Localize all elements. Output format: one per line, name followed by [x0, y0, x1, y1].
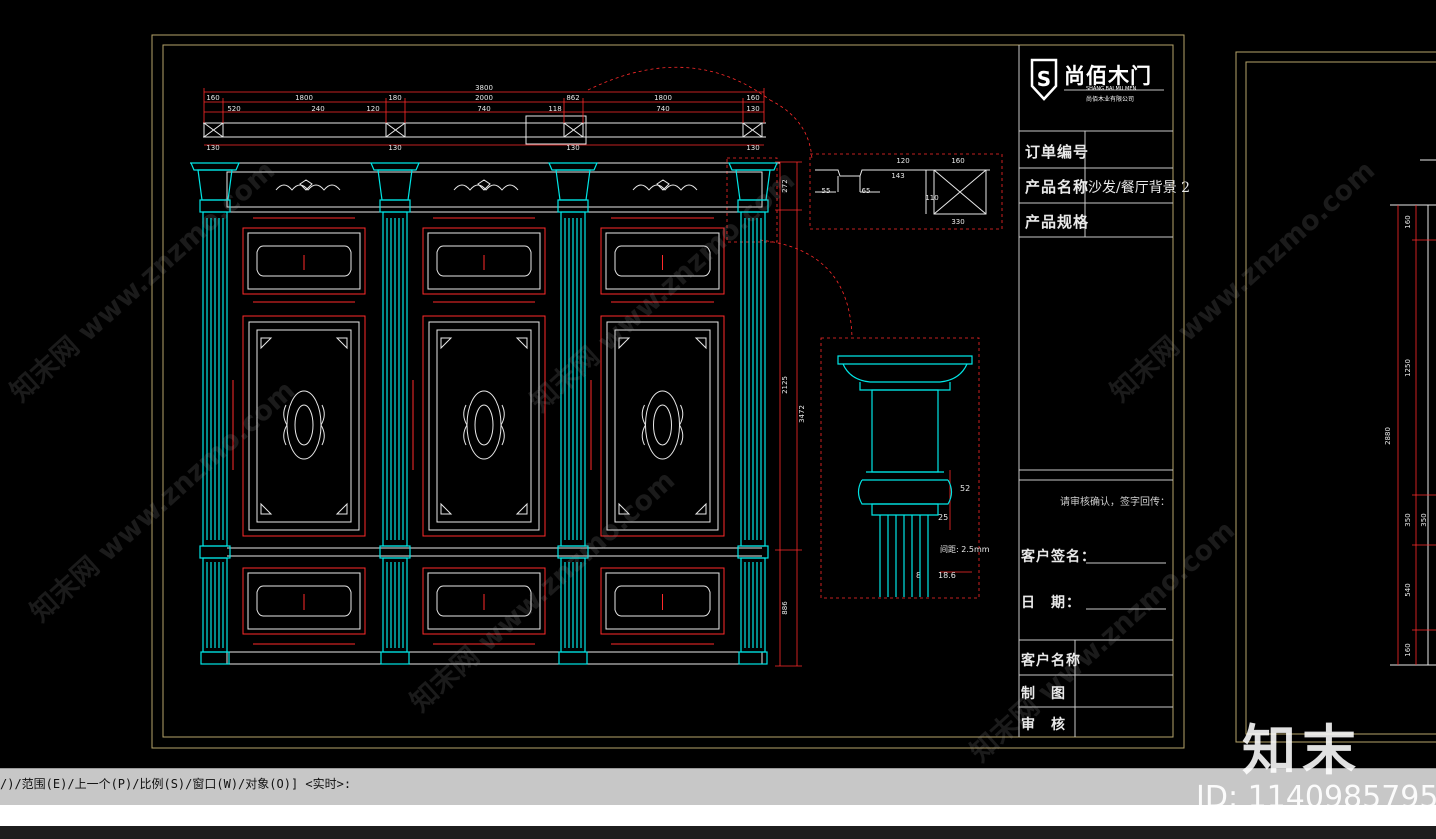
customer-name-label: 客户名称 [1021, 653, 1081, 669]
date-label: 日 期： [1021, 595, 1081, 611]
door-panel [590, 217, 725, 645]
top-plan-strip [203, 115, 766, 145]
far-dim-2: 2880 [1384, 427, 1392, 445]
col-note-gap: 间距: 2.5mm [940, 545, 990, 554]
product-name-label: 产品名称 [1025, 178, 1090, 196]
brand-tagline: SHANG BAI MU MEN [1086, 86, 1137, 92]
command-prompt-text[interactable]: /)/范围(E)/上一个(P)/比例(S)/窗口(W)/对象(O)] <实时>: [0, 775, 351, 792]
status-bar [0, 826, 1436, 839]
dim-cornice-h: 272 [781, 179, 789, 192]
dim-small-6: 130 [746, 105, 759, 113]
dim-top-3: 1800 [654, 94, 672, 102]
detail-dim-d: 330 [951, 218, 964, 226]
sheet-frame [151, 34, 1436, 749]
dim-small-0: 520 [227, 105, 240, 113]
cad-drawing-canvas[interactable]: S 3800 160 1800 180 1800 160 862 2000 52… [0, 0, 1436, 768]
dim-mid-1: 862 [566, 94, 579, 102]
dim-top-2: 180 [388, 94, 401, 102]
order-no-label: 订单编号 [1025, 143, 1090, 161]
brand-subtitle: 尚佰木业有限公司 [1086, 96, 1135, 103]
detail-dim-a: 120 [896, 157, 909, 165]
door-panel [412, 217, 546, 645]
confirm-note: 请审核确认，签字回传： [1060, 497, 1170, 508]
dim-top-4: 160 [746, 94, 759, 102]
door-panel [232, 217, 366, 645]
far-dim-6: 160 [1404, 643, 1412, 656]
far-dim-0: 160 [1404, 215, 1412, 228]
drawing-viewport[interactable]: S 3800 160 1800 180 1800 160 862 2000 52… [0, 0, 1436, 768]
far-dim-5: 540 [1404, 583, 1412, 596]
col-note-2: 25 [938, 513, 948, 522]
dim-total-h: 3472 [798, 405, 806, 423]
dim-mid-0: 2000 [475, 94, 493, 102]
dim-small-3: 740 [477, 105, 490, 113]
column [728, 162, 778, 665]
far-dim-3: 350 [1404, 513, 1412, 526]
column-group [190, 162, 778, 665]
dim-pier-b: 130 [388, 144, 401, 152]
dimension-lines [203, 66, 1003, 667]
col-note-1: 52 [960, 484, 970, 493]
customer-sign-label: 客户签名： [1021, 549, 1096, 565]
dim-small-5: 740 [656, 105, 669, 113]
panel-group [232, 217, 725, 645]
dim-small-1: 240 [311, 105, 324, 113]
svg-text:S: S [1037, 67, 1051, 91]
image-id-label: ID: 1140985795 [1196, 780, 1436, 815]
far-dim-1: 1250 [1404, 359, 1412, 377]
column [548, 162, 598, 665]
dim-panel-h: 2125 [781, 376, 789, 394]
dim-overall: 3800 [475, 84, 493, 92]
detail-dim-c: 143 [891, 172, 904, 180]
side-elevation [1390, 159, 1436, 666]
detail-dim-g: 110 [925, 194, 938, 202]
detail-dim-e: 55 [822, 187, 831, 195]
column [370, 162, 420, 665]
capital-detail [837, 355, 973, 597]
dim-pier-d: 130 [746, 144, 759, 152]
dim-top-1: 1800 [295, 94, 313, 102]
dim-pier-a: 130 [206, 144, 219, 152]
column [190, 162, 240, 665]
elevation-frame [190, 162, 780, 665]
col-note-w2: 18.6 [938, 571, 956, 580]
product-name-value[interactable]: 沙发/餐厅背景 2 [1088, 177, 1190, 197]
dim-small-2: 120 [366, 105, 379, 113]
dim-pier-c: 130 [566, 144, 579, 152]
detail-dim-f: 65 [862, 187, 871, 195]
detail-dim-b: 160 [951, 157, 964, 165]
dim-top-0: 160 [206, 94, 219, 102]
product-spec-label: 产品规格 [1025, 213, 1090, 231]
dim-base-h: 886 [781, 601, 789, 615]
far-dim-4: 350 [1420, 513, 1428, 526]
dim-small-4: 118 [548, 105, 561, 113]
cornice-ornaments [275, 179, 698, 191]
reviewed-label: 审 核 [1021, 717, 1066, 733]
drafted-label: 制 图 [1021, 686, 1066, 702]
znzmo-logo: 知末 [1242, 719, 1362, 782]
